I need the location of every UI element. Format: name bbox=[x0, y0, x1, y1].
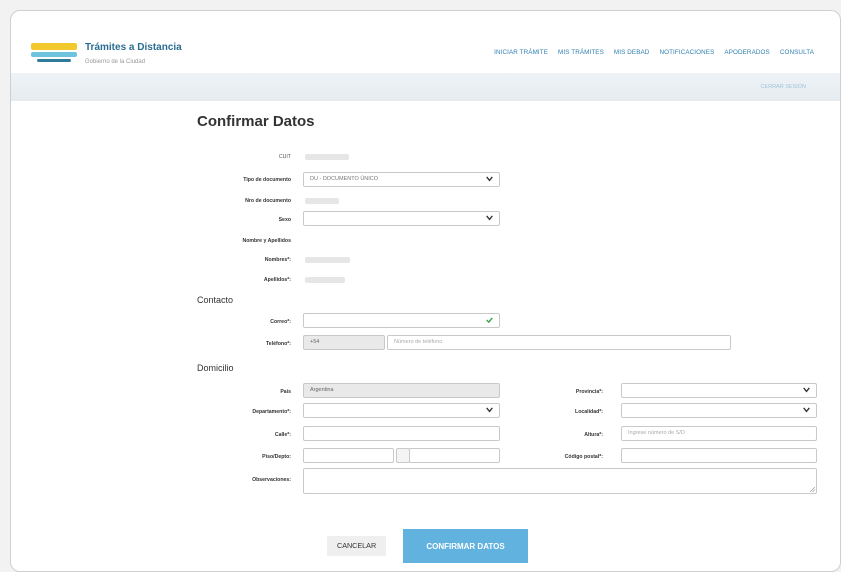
check-icon bbox=[486, 317, 493, 323]
cuit-value bbox=[305, 154, 349, 160]
departamento-select[interactable] bbox=[303, 403, 500, 418]
localidad-select[interactable] bbox=[621, 403, 817, 418]
site-header: Trámites a Distancia Gobierno de la Ciud… bbox=[11, 11, 840, 71]
sexo-label: Sexo bbox=[278, 217, 291, 223]
apellidos-label: Apellidos*: bbox=[263, 277, 291, 283]
altura-input[interactable]: Ingrese número de S/D bbox=[621, 426, 817, 441]
pais-value: Argentina bbox=[310, 387, 334, 393]
apellidos-value bbox=[305, 277, 345, 283]
logo-bar-lightblue bbox=[31, 52, 77, 57]
contacto-section-title: Contacto bbox=[197, 295, 234, 305]
chevron-down-icon bbox=[486, 176, 493, 182]
chevron-down-icon bbox=[803, 407, 810, 413]
telefono-prefix[interactable]: +54 bbox=[303, 335, 385, 350]
observaciones-label: Observaciones: bbox=[252, 477, 291, 483]
ba-logo[interactable] bbox=[31, 41, 77, 63]
piso-input[interactable] bbox=[303, 448, 394, 463]
correo-input[interactable] bbox=[303, 313, 500, 328]
nro-documento-label: Nro de documento bbox=[245, 198, 291, 204]
calle-label: Calle*: bbox=[274, 432, 291, 438]
altura-placeholder: Ingrese número de S/D bbox=[628, 430, 685, 436]
nav-iniciar-tramite[interactable]: INICIAR TRÁMITE bbox=[494, 49, 548, 56]
pais-label: País bbox=[280, 389, 291, 395]
correo-label: Correo*: bbox=[270, 319, 291, 325]
calle-input[interactable] bbox=[303, 426, 500, 441]
sexo-select[interactable] bbox=[303, 211, 500, 226]
nombres-label: Nombres*: bbox=[264, 257, 291, 263]
domicilio-section-title: Domicilio bbox=[197, 363, 234, 373]
brand-title[interactable]: Trámites a Distancia bbox=[85, 42, 182, 53]
tipo-documento-select[interactable]: DU - DOCUMENTO ÚNICO bbox=[303, 172, 500, 187]
logo-bar-darkblue bbox=[37, 59, 71, 62]
nro-documento-value bbox=[305, 198, 339, 204]
telefono-placeholder: Número de teléfono bbox=[394, 339, 443, 345]
brand-subtitle: Gobierno de la Ciudad bbox=[85, 59, 146, 65]
cancel-button[interactable]: CANCELAR bbox=[327, 536, 387, 556]
tipo-documento-label: Tipo de documento bbox=[243, 177, 291, 183]
main-nav: INICIAR TRÁMITE MIS TRÁMITES MIS DEBAD N… bbox=[494, 49, 814, 56]
telefono-prefix-value: +54 bbox=[310, 339, 320, 345]
altura-label: Altura*: bbox=[584, 432, 603, 438]
page-title: Confirmar Datos bbox=[197, 113, 315, 130]
piso-depto-label: Piso/Depto: bbox=[262, 454, 291, 460]
provincia-label: Provincia*: bbox=[575, 389, 603, 395]
resize-handle-icon[interactable] bbox=[810, 487, 815, 492]
chevron-down-icon bbox=[486, 215, 493, 221]
observaciones-textarea[interactable] bbox=[303, 468, 817, 494]
nav-consulta[interactable]: CONSULTA bbox=[780, 49, 814, 56]
cuit-label: CUIT bbox=[278, 154, 291, 160]
user-strip bbox=[11, 73, 840, 101]
pais-input: Argentina bbox=[303, 383, 500, 398]
telefono-label: Teléfono*: bbox=[266, 341, 291, 347]
nav-apoderados[interactable]: APODERADOS bbox=[724, 49, 769, 56]
nav-mis-tramites[interactable]: MIS TRÁMITES bbox=[558, 49, 604, 56]
codigo-postal-label: Código postal*: bbox=[564, 454, 603, 460]
tipo-documento-value: DU - DOCUMENTO ÚNICO bbox=[310, 176, 379, 182]
depto-input[interactable] bbox=[409, 448, 500, 463]
codigo-postal-input[interactable] bbox=[621, 448, 817, 463]
browser-frame: Trámites a Distancia Gobierno de la Ciud… bbox=[10, 10, 841, 572]
localidad-label: Localidad*: bbox=[575, 409, 603, 415]
nombres-value bbox=[305, 257, 350, 263]
logo-bar-yellow bbox=[31, 43, 77, 50]
chevron-down-icon bbox=[486, 407, 493, 413]
nav-notificaciones[interactable]: NOTIFICACIONES bbox=[659, 49, 714, 56]
nombre-apellidos-label: Nombre y Apellidos bbox=[242, 238, 291, 244]
provincia-select[interactable] bbox=[621, 383, 817, 398]
telefono-input[interactable]: Número de teléfono bbox=[387, 335, 731, 350]
logout-link[interactable]: CERRAR SESIÓN bbox=[760, 84, 806, 90]
confirm-button[interactable]: CONFIRMAR DATOS bbox=[403, 529, 528, 563]
departamento-label: Departamento*: bbox=[252, 409, 291, 415]
piso-depto-separator bbox=[396, 448, 410, 463]
nav-mis-debad[interactable]: MIS DEBAD bbox=[614, 49, 650, 56]
chevron-down-icon bbox=[803, 387, 810, 393]
